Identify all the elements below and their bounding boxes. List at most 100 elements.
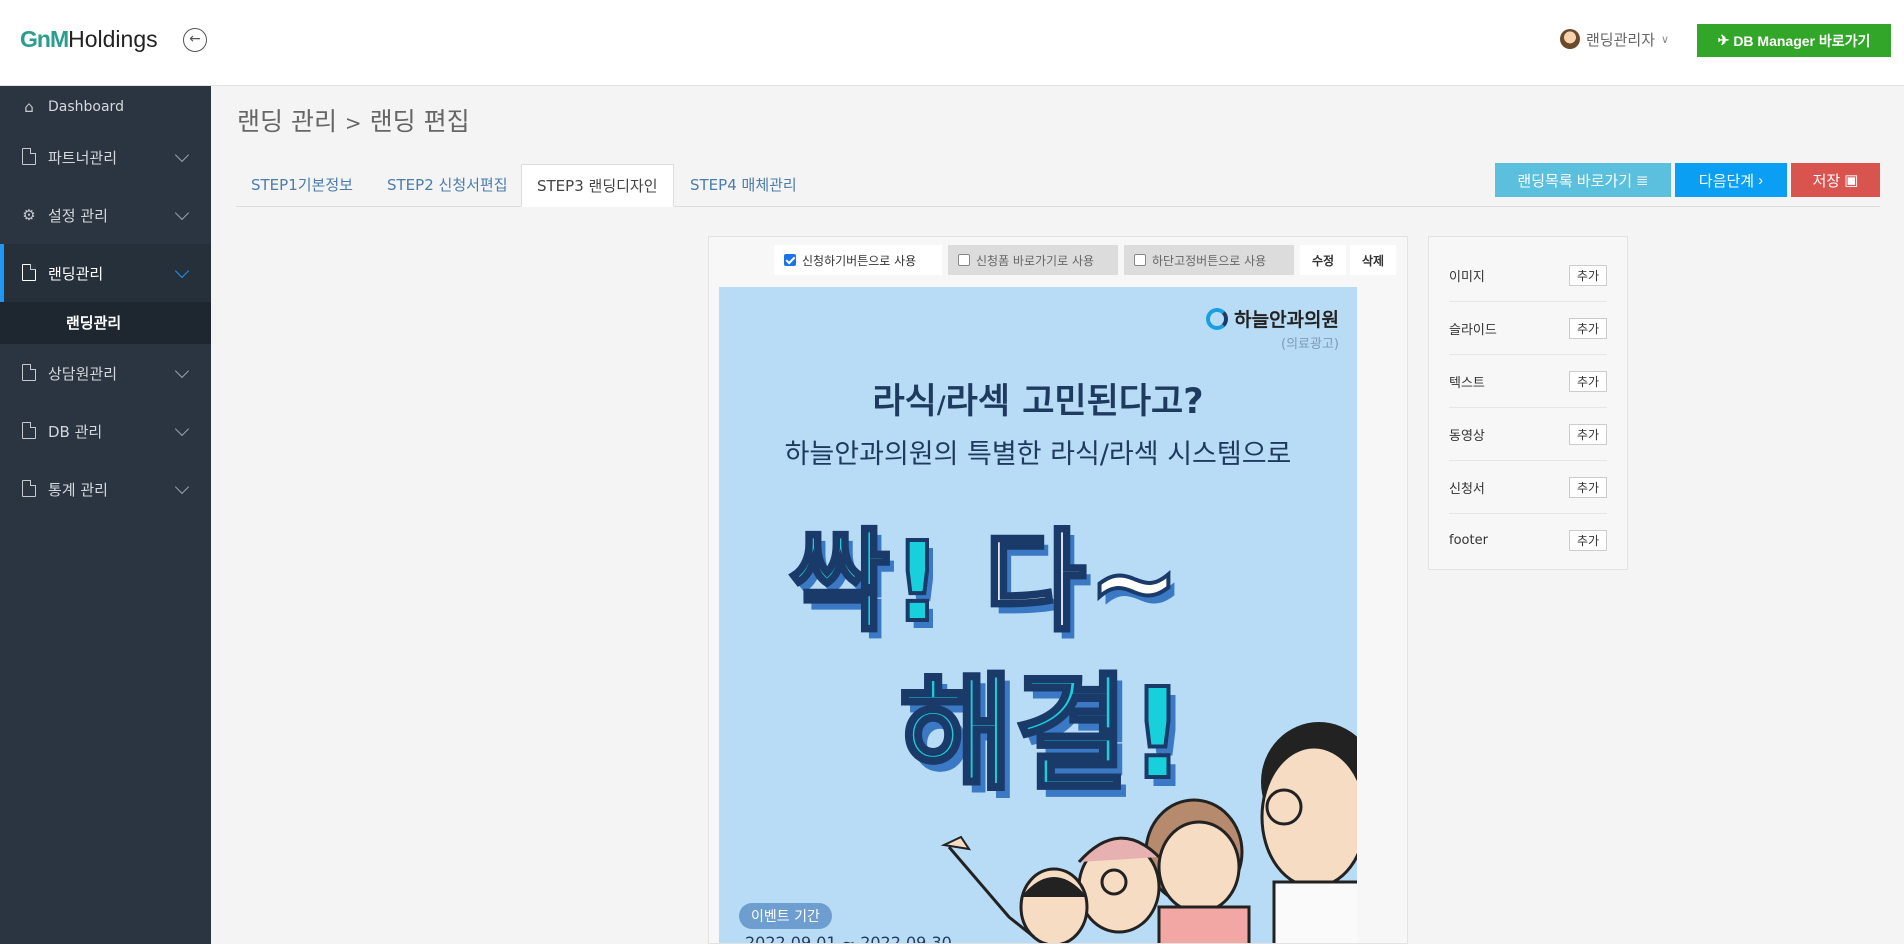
- sidebar-item-settings[interactable]: ⚙ 설정 관리: [0, 186, 211, 244]
- checkbox[interactable]: [1134, 254, 1146, 266]
- banner-subline: 하늘안과의원의 특별한 라식/라섹 시스템으로: [784, 439, 1292, 470]
- sidebar: ⌂ Dashboard 파트너관리 ⚙ 설정 관리 랜딩관리 랜딩관리 상담원관…: [0, 86, 211, 944]
- sidebar-item-counselor[interactable]: 상담원관리: [0, 344, 211, 402]
- sidebar-item-label: Dashboard: [48, 99, 124, 115]
- big-text-tilde: ~: [1086, 516, 1183, 648]
- user-name: 랜딩관리자: [1586, 30, 1656, 49]
- add-slide-button[interactable]: 추가: [1569, 317, 1607, 339]
- top-header: GnMHoldings ← 랜딩관리자 ∨ ✈ DB Manager 바로가기: [0, 0, 1904, 86]
- big-text-part: 싹!: [787, 516, 945, 648]
- component-label: 슬라이드: [1449, 322, 1497, 338]
- save-button[interactable]: 저장 ▣: [1791, 163, 1880, 197]
- component-row-video: 동영상 추가: [1449, 408, 1607, 461]
- tab-step4[interactable]: STEP4 매체관리: [675, 164, 812, 207]
- save-icon: ▣: [1844, 172, 1859, 189]
- sidebar-item-landing[interactable]: 랜딩관리: [0, 244, 211, 302]
- component-row-image: 이미지 추가: [1449, 249, 1607, 302]
- back-arrow-icon[interactable]: ←: [183, 28, 207, 52]
- headline-part: 라섹 고민된다고?: [945, 382, 1204, 422]
- sidebar-item-label: 통계 관리: [48, 480, 108, 499]
- home-icon: ⌂: [24, 98, 34, 116]
- option-form-shortcut[interactable]: 신청폼 바로가기로 사용: [948, 245, 1118, 275]
- component-label: 이미지: [1449, 269, 1485, 285]
- sidebar-item-partner[interactable]: 파트너관리: [0, 128, 211, 186]
- option-label: 신청폼 바로가기로 사용: [976, 253, 1095, 268]
- avatar: [1560, 29, 1580, 49]
- landing-list-label: 랜딩목록 바로가기: [1517, 172, 1632, 190]
- event-badge: 이벤트 기간: [739, 903, 832, 929]
- option-label: 하단고정버튼으로 사용: [1152, 253, 1267, 268]
- logo[interactable]: GnMHoldings: [20, 26, 158, 56]
- sidebar-item-stats[interactable]: 통계 관리: [0, 460, 211, 518]
- next-step-button[interactable]: 다음단계 ›: [1675, 163, 1787, 197]
- banner-headline: 라식/라섹 고민된다고?: [719, 373, 1357, 424]
- component-label: 텍스트: [1449, 375, 1485, 391]
- list-icon: ≣: [1636, 172, 1649, 189]
- chevron-down-icon: [174, 363, 190, 379]
- option-apply-button[interactable]: 신청하기버튼으로 사용: [774, 245, 942, 275]
- sidebar-item-label: DB 관리: [48, 422, 103, 441]
- checkbox[interactable]: [784, 254, 796, 266]
- clinic-ring-icon: [1206, 307, 1229, 330]
- sidebar-item-label: 설정 관리: [48, 206, 108, 225]
- option-fixed-bottom[interactable]: 하단고정버튼으로 사용: [1124, 245, 1294, 275]
- user-menu[interactable]: 랜딩관리자 ∨: [1560, 28, 1669, 50]
- db-manager-button[interactable]: ✈ DB Manager 바로가기: [1697, 24, 1891, 57]
- delete-button[interactable]: 삭제: [1350, 245, 1396, 275]
- component-row-text: 텍스트 추가: [1449, 355, 1607, 408]
- document-icon: [20, 148, 38, 166]
- add-text-button[interactable]: 추가: [1569, 370, 1607, 392]
- sidebar-item-label: 파트너관리: [48, 148, 118, 167]
- paper-plane-icon: ✈: [1717, 32, 1730, 48]
- document-icon: [20, 364, 38, 382]
- sidebar-subitem-landing[interactable]: 랜딩관리: [0, 302, 211, 344]
- breadcrumb-current: 랜딩 편집: [369, 107, 470, 136]
- logo-mark: GnM: [20, 26, 69, 52]
- document-icon: [20, 264, 38, 282]
- tab-step3[interactable]: STEP3 랜딩디자인: [521, 164, 674, 207]
- sidebar-item-dashboard[interactable]: ⌂ Dashboard: [0, 86, 211, 128]
- component-row-form: 신청서 추가: [1449, 461, 1607, 514]
- component-label: 신청서: [1449, 481, 1485, 497]
- document-icon: [20, 422, 38, 440]
- chevron-down-icon: ∨: [1661, 32, 1670, 46]
- ad-note: (의료광고): [1281, 337, 1339, 352]
- chevron-down-icon: [174, 479, 190, 495]
- component-row-footer: footer 추가: [1449, 514, 1607, 567]
- block-options: 신청하기버튼으로 사용 신청폼 바로가기로 사용 하단고정버튼으로 사용 수정 …: [709, 245, 1407, 275]
- add-footer-button[interactable]: 추가: [1569, 530, 1607, 551]
- component-label: 동영상: [1449, 428, 1485, 444]
- add-form-button[interactable]: 추가: [1569, 476, 1607, 498]
- landing-banner-image[interactable]: 하늘안과의원 (의료광고) 라식/라섹 고민된다고? 하늘안과의원의 특별한 라…: [719, 287, 1357, 944]
- chevron-down-icon: [174, 147, 190, 163]
- tab-step2[interactable]: STEP2 신청서편집: [372, 164, 523, 207]
- option-label: 신청하기버튼으로 사용: [802, 253, 917, 268]
- chevron-down-icon: [174, 421, 190, 437]
- tab-step1[interactable]: STEP1기본정보: [236, 164, 368, 207]
- logo-text: Holdings: [68, 26, 158, 52]
- chevron-down-icon: [174, 205, 190, 221]
- components-panel: 이미지 추가 슬라이드 추가 텍스트 추가 동영상 추가 신청서 추가 foot…: [1428, 236, 1628, 570]
- db-manager-label: DB Manager 바로가기: [1733, 32, 1871, 49]
- breadcrumb-separator: >: [344, 111, 362, 135]
- component-label: footer: [1449, 533, 1488, 548]
- sidebar-item-label: 랜딩관리: [48, 264, 104, 283]
- main-content: 랜딩 관리 > 랜딩 편집 STEP1기본정보 STEP2 신청서편집 STEP…: [211, 86, 1904, 944]
- event-date: 2022.09.01 ~ 2022.09.30: [745, 933, 952, 944]
- chevron-down-icon: [174, 263, 190, 279]
- clinic-name: 하늘안과의원: [1234, 309, 1339, 331]
- sidebar-item-db[interactable]: DB 관리: [0, 402, 211, 460]
- save-label: 저장: [1812, 172, 1841, 190]
- add-video-button[interactable]: 추가: [1569, 423, 1607, 445]
- edit-button[interactable]: 수정: [1300, 245, 1346, 275]
- chevron-right-icon: ›: [1758, 171, 1764, 189]
- headline-part: 라식: [872, 382, 937, 422]
- landing-editor: 신청하기버튼으로 사용 신청폼 바로가기로 사용 하단고정버튼으로 사용 수정 …: [708, 236, 1408, 944]
- checkbox[interactable]: [958, 254, 970, 266]
- breadcrumb-parent: 랜딩 관리: [237, 107, 337, 136]
- big-text-part: 다: [983, 516, 1088, 648]
- landing-list-button[interactable]: 랜딩목록 바로가기 ≣: [1495, 163, 1671, 197]
- headline-slash: /: [936, 391, 946, 419]
- add-image-button[interactable]: 추가: [1569, 264, 1607, 286]
- component-row-slide: 슬라이드 추가: [1449, 302, 1607, 355]
